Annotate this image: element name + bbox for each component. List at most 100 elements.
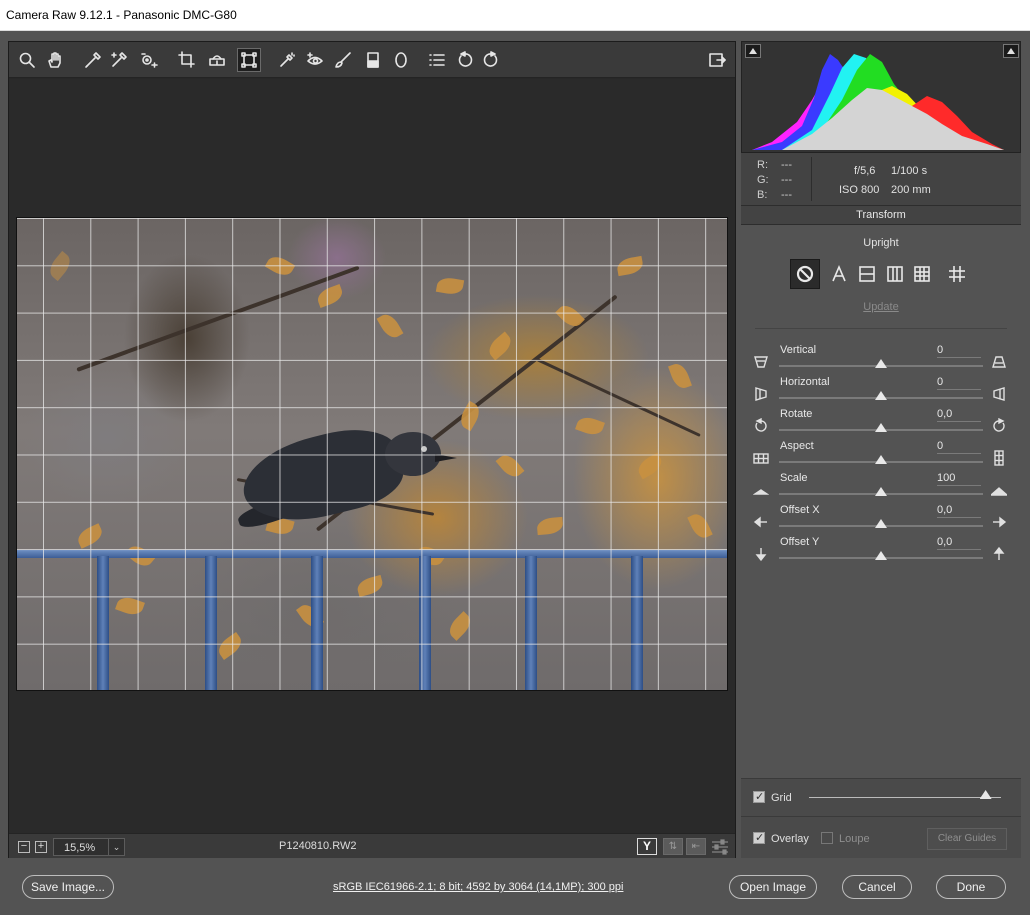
vertical-value-field[interactable]: 0 [937, 344, 981, 358]
update-link[interactable]: Update [741, 301, 1021, 313]
rotate-ccw-tool[interactable] [453, 48, 477, 72]
horizontal-decrease-icon[interactable] [753, 386, 769, 402]
zoom-out-button[interactable]: − [18, 841, 30, 853]
zoom-tool[interactable] [15, 48, 39, 72]
preferences-tool[interactable] [425, 48, 449, 72]
horizontal-slider-thumb[interactable] [875, 391, 887, 400]
scale-increase-icon[interactable] [989, 482, 1009, 498]
cancel-button[interactable]: Cancel [842, 875, 912, 899]
scale-decrease-icon[interactable] [752, 482, 770, 498]
magnifier-icon [19, 52, 35, 68]
before-after-toggle-button[interactable]: Y [637, 838, 657, 855]
clear-guides-button[interactable]: Clear Guides [927, 828, 1007, 850]
upright-level-button[interactable] [852, 259, 882, 289]
loupe-checkbox[interactable] [821, 832, 833, 844]
tool-bar [9, 42, 735, 78]
histogram [741, 41, 1021, 153]
rotate-increase-icon[interactable] [991, 417, 1007, 434]
aspect-decrease-icon[interactable] [753, 450, 769, 466]
adjustment-brush-tool[interactable] [331, 48, 355, 72]
chevron-down-icon[interactable]: ⌄ [108, 839, 124, 855]
level-square-icon [859, 266, 875, 282]
upright-auto-button[interactable] [824, 259, 854, 289]
photo-preview[interactable] [16, 217, 728, 691]
loupe-label: Loupe [839, 833, 870, 845]
aspect-slider-thumb[interactable] [875, 455, 887, 464]
rotate-decrease-icon[interactable] [753, 417, 769, 434]
workflow-options-link[interactable]: sRGB IEC61966-2.1; 8 bit; 4592 by 3064 (… [333, 881, 623, 893]
offset-y-increase-icon[interactable] [991, 546, 1007, 562]
b-value: --- [781, 189, 792, 201]
copy-settings-icon[interactable]: ⇤ [686, 838, 706, 855]
offset-x-label: Offset X [780, 504, 820, 516]
slider-row-offset-x: Offset X 0,0 [741, 504, 1021, 536]
file-name: P1240810.RW2 [279, 840, 357, 852]
focal-length-value: 200 mm [891, 184, 931, 196]
scale-label: Scale [780, 472, 808, 484]
grid-checkbox[interactable] [753, 790, 765, 803]
g-label: G: [757, 174, 769, 186]
swap-icon[interactable]: ⇅ [663, 838, 683, 855]
offset-y-decrease-icon[interactable] [753, 546, 769, 562]
image-canvas[interactable] [9, 79, 735, 833]
open-full-screen-button[interactable] [705, 48, 729, 72]
rotate-slider-thumb[interactable] [875, 423, 887, 432]
offset-x-value-field[interactable]: 0,0 [937, 504, 981, 518]
grid-size-slider[interactable] [809, 797, 1001, 798]
open-image-button[interactable]: Open Image [729, 875, 817, 899]
vertical-decrease-icon[interactable] [753, 354, 769, 370]
preview-pane: − + 15,5% ⌄ P1240810.RW2 Y ⇅ ⇤ [8, 41, 736, 858]
level-icon [209, 55, 225, 66]
overlay-checkbox[interactable] [753, 831, 765, 844]
scale-value-field[interactable]: 100 [937, 472, 981, 486]
zoom-level-select[interactable]: 15,5% ⌄ [53, 838, 125, 856]
red-eye-tool[interactable] [303, 48, 327, 72]
overlay-options: Grid Overlay Loupe Clear Guides [741, 778, 1021, 858]
offset-x-decrease-icon[interactable] [753, 514, 769, 530]
vertical-slider-thumb[interactable] [875, 359, 887, 368]
radial-filter-tool[interactable] [389, 48, 413, 72]
offset-y-value-field[interactable]: 0,0 [937, 536, 981, 550]
upright-off-button[interactable] [790, 259, 820, 289]
done-button[interactable]: Done [936, 875, 1006, 899]
save-image-button[interactable]: Save Image... [22, 875, 114, 899]
horizontal-value-field[interactable]: 0 [937, 376, 981, 390]
upright-guided-button[interactable] [942, 259, 972, 289]
upright-full-button[interactable] [907, 259, 937, 289]
offset-y-label: Offset Y [780, 536, 820, 548]
straighten-tool[interactable] [205, 48, 229, 72]
horizontal-increase-icon[interactable] [991, 386, 1007, 402]
rotate-value-field[interactable]: 0,0 [937, 408, 981, 422]
grid-size-thumb[interactable] [979, 790, 992, 799]
grid-overlay [17, 218, 727, 690]
color-sampler-tool[interactable] [107, 48, 131, 72]
rotate-cw-tool[interactable] [479, 48, 503, 72]
transform-tool[interactable] [237, 48, 261, 72]
hand-tool[interactable] [43, 48, 67, 72]
aspect-value-field[interactable]: 0 [937, 440, 981, 454]
zoom-in-button[interactable]: + [35, 841, 47, 853]
aspect-increase-icon[interactable] [991, 450, 1007, 466]
upright-vertical-button[interactable] [880, 259, 910, 289]
vertical-increase-icon[interactable] [991, 354, 1007, 370]
spot-removal-tool[interactable] [275, 48, 299, 72]
offset-y-slider-thumb[interactable] [875, 551, 887, 560]
healing-icon [280, 52, 295, 67]
rotate-label: Rotate [780, 408, 813, 420]
offset-x-increase-icon[interactable] [991, 514, 1007, 530]
r-value: --- [781, 159, 792, 171]
red-eye-icon [307, 52, 323, 65]
offset-x-slider-thumb[interactable] [875, 519, 887, 528]
settings-sliders-icon[interactable] [711, 839, 729, 855]
crop-tool[interactable] [175, 48, 199, 72]
slider-row-scale: Scale 100 [741, 472, 1021, 504]
graduated-filter-tool[interactable] [361, 48, 385, 72]
scale-slider-thumb[interactable] [875, 487, 887, 496]
slider-row-offset-y: Offset Y 0,0 [741, 536, 1021, 568]
horizontal-label: Horizontal [780, 376, 830, 388]
white-balance-tool[interactable] [81, 48, 105, 72]
status-bar: − + 15,5% ⌄ P1240810.RW2 Y ⇅ ⇤ [9, 833, 735, 858]
vertical-square-icon [887, 266, 903, 282]
r-label: R: [757, 159, 768, 171]
targeted-adjustment-tool[interactable] [137, 48, 161, 72]
